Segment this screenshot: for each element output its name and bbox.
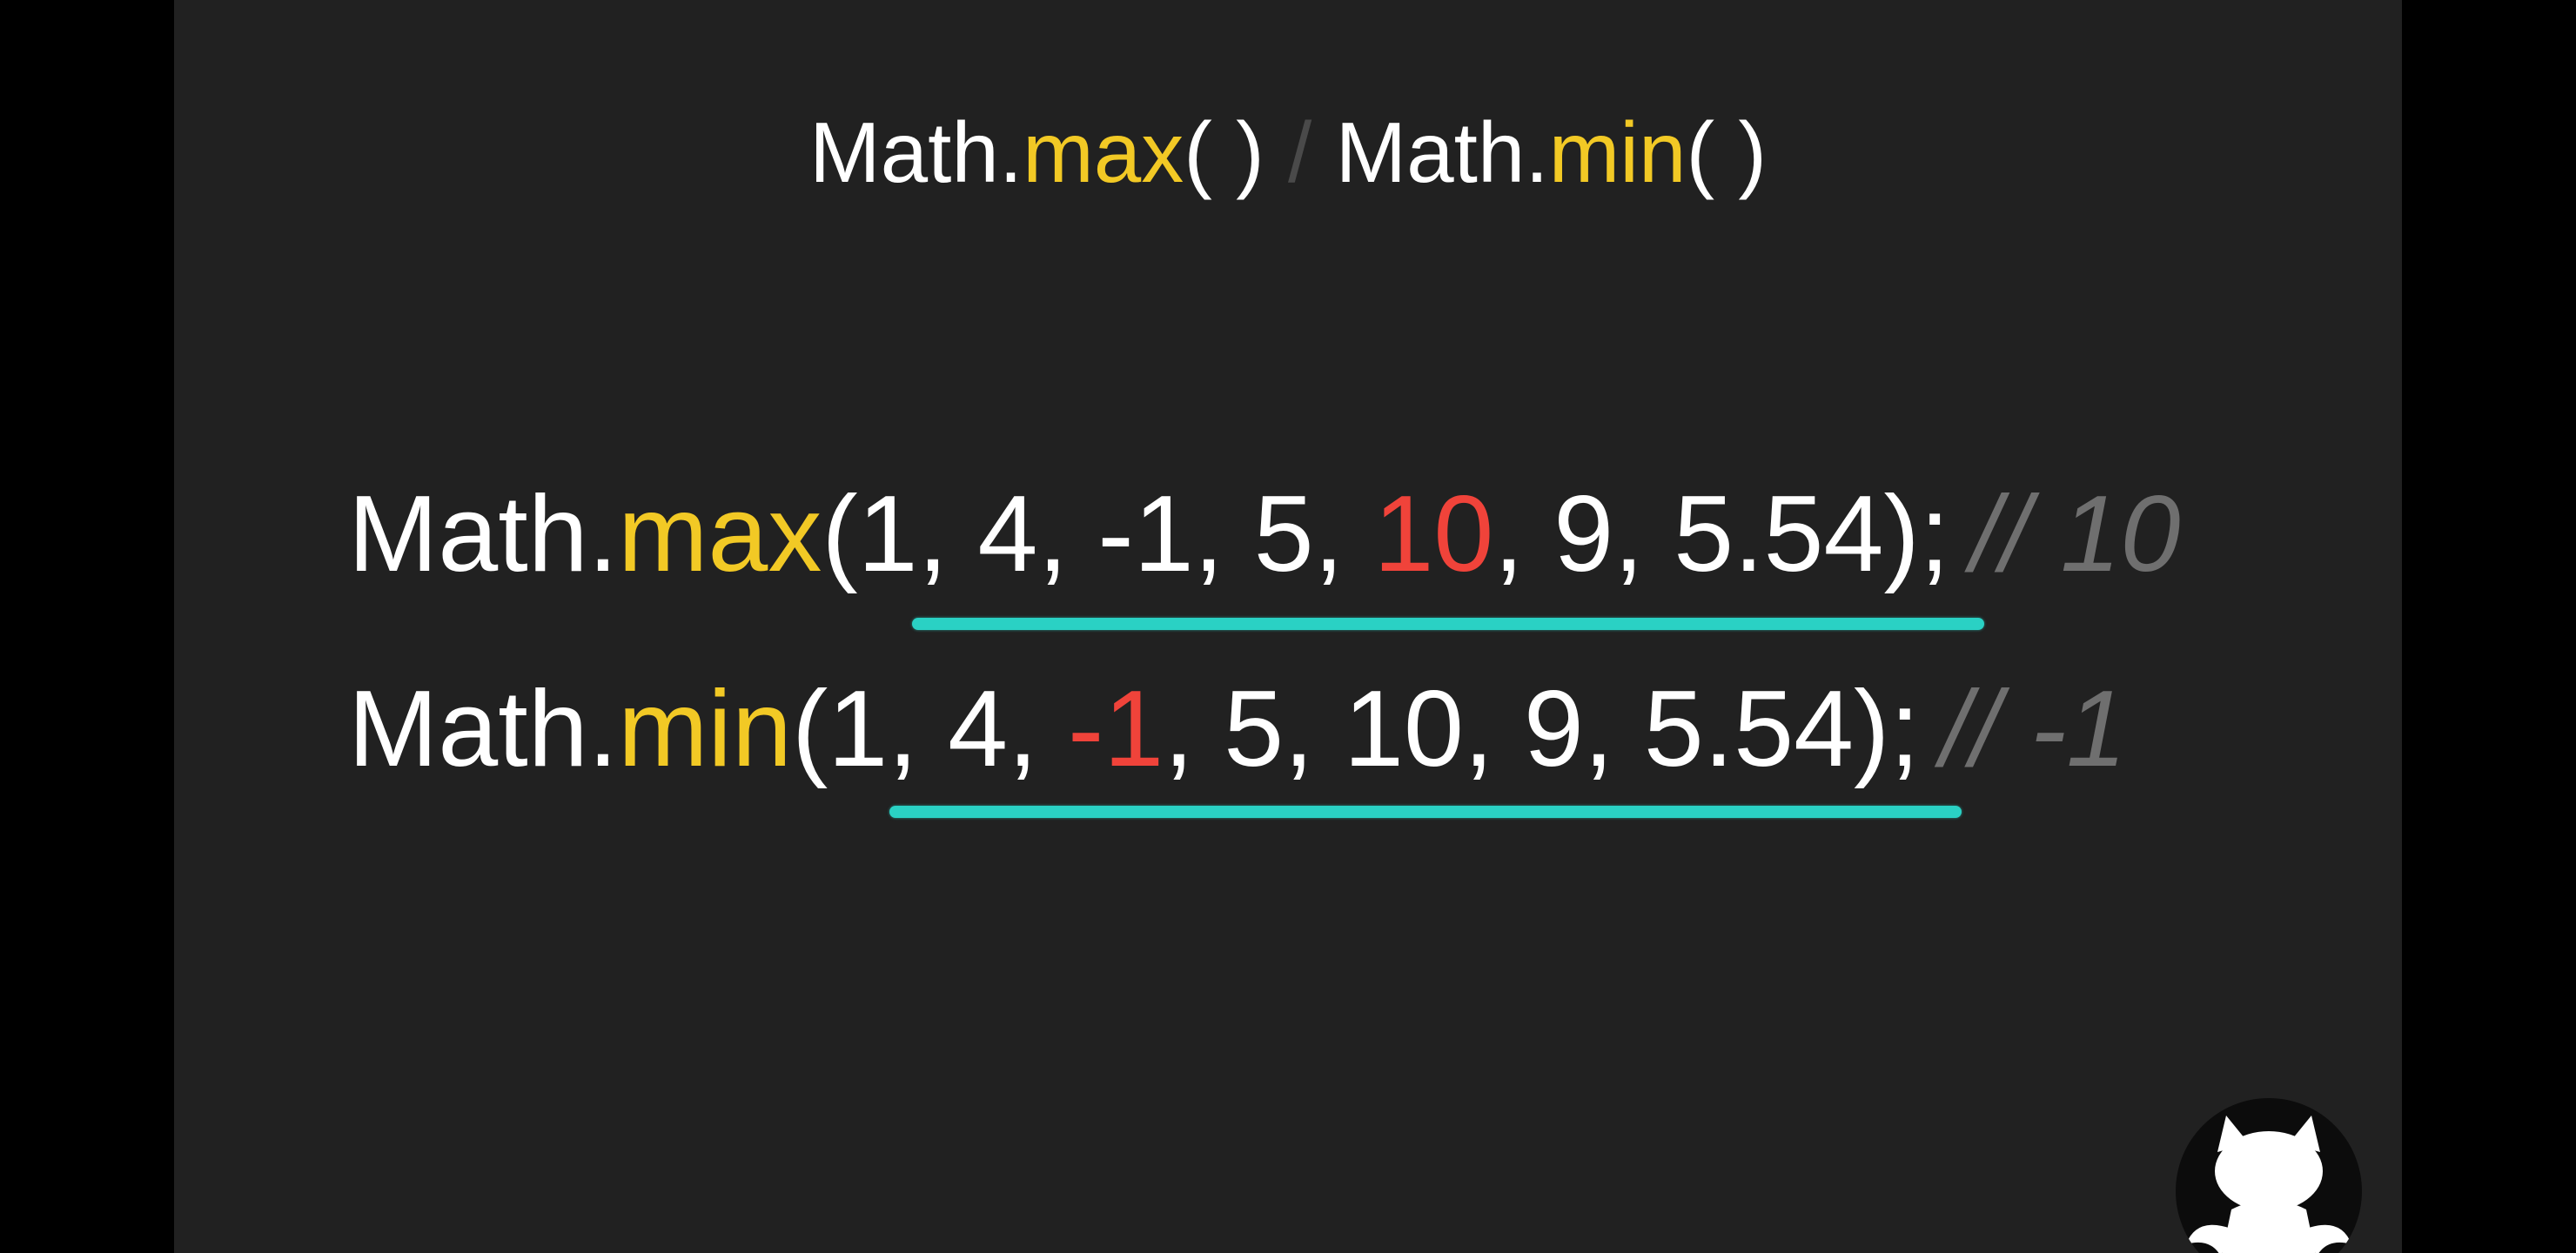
min-highlight-value: -1 xyxy=(1067,669,1164,789)
code-line-max: Math.max(1, 4, -1, 5, 10, 9, 5.54);// 10 xyxy=(348,465,2181,604)
max-args-after: , 9, 5.54); xyxy=(1493,474,1950,594)
slide-title: Math.max( ) / Math.min( ) xyxy=(174,96,2402,209)
title-method-max: max xyxy=(1023,104,1184,200)
slide: Math.max( ) / Math.min( ) Math.max(1, 4,… xyxy=(174,0,2402,1253)
min-args-before: (1, 4, xyxy=(791,669,1068,789)
max-args-underline xyxy=(912,618,1984,630)
title-parens-max: ( ) xyxy=(1184,104,1265,200)
min-args-underline xyxy=(889,806,1962,818)
title-prefix-max: Math. xyxy=(809,104,1023,200)
max-prefix: Math. xyxy=(348,474,619,594)
title-parens-min: ( ) xyxy=(1686,104,1767,200)
max-method: max xyxy=(618,474,822,594)
max-highlight-value: 10 xyxy=(1373,474,1494,594)
max-result-comment: // 10 xyxy=(1970,474,2181,594)
title-prefix-min: Math. xyxy=(1335,104,1549,200)
code-line-min: Math.min(1, 4, -1, 5, 10, 9, 5.54);// -1 xyxy=(348,660,2126,799)
min-prefix: Math. xyxy=(348,669,619,789)
min-result-comment: // -1 xyxy=(1940,669,2127,789)
title-separator: / xyxy=(1287,104,1312,200)
max-args-before: (1, 4, -1, 5, xyxy=(822,474,1374,594)
devil-cat-mascot-icon xyxy=(2176,1098,2362,1253)
min-args-after: , 5, 10, 9, 5.54); xyxy=(1164,669,1920,789)
title-method-min: min xyxy=(1548,104,1687,200)
min-method: min xyxy=(618,669,792,789)
